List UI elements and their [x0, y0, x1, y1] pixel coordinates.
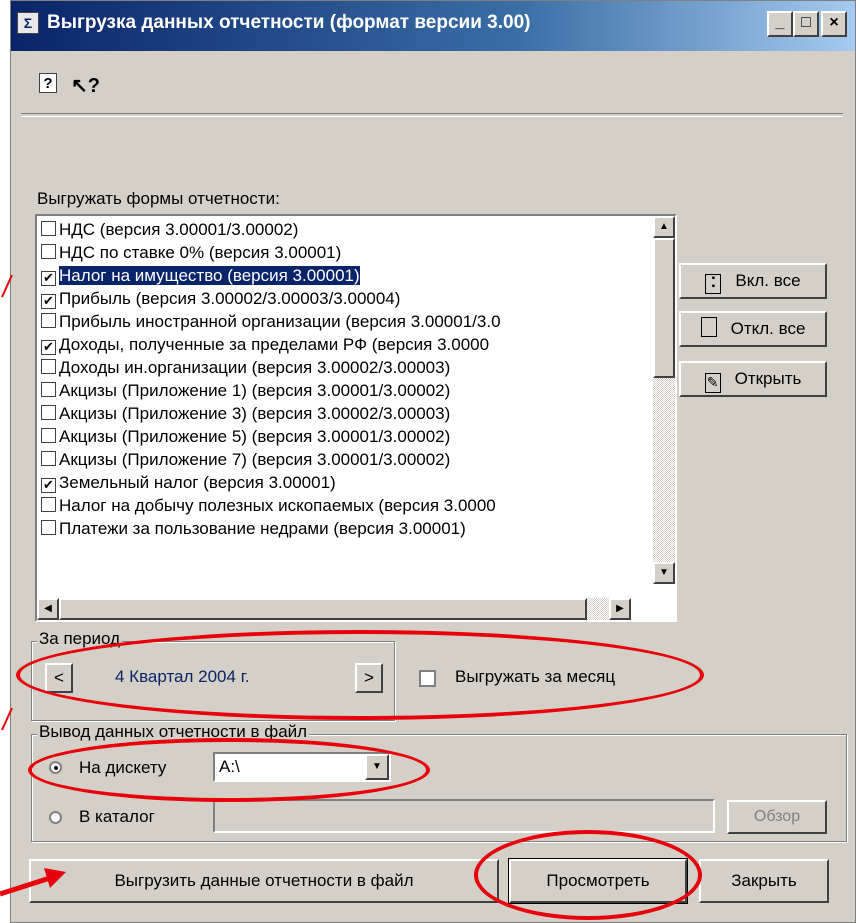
- open-label: Открыть: [734, 369, 802, 388]
- list-item[interactable]: Доходы ин.организации (версия 3.00002/3.…: [41, 356, 627, 379]
- annotation-ellipse-preview: [474, 830, 702, 920]
- annotation-mark-left-2: [1, 708, 13, 731]
- folder-label: В каталог: [79, 807, 155, 826]
- forms-list-label: Выгружать формы отчетности:: [37, 189, 280, 208]
- help-icon[interactable]: ?: [39, 73, 57, 93]
- horizontal-scrollbar[interactable]: ◀ ▶: [37, 598, 631, 620]
- scroll-down-button[interactable]: ▼: [653, 562, 675, 584]
- close-button[interactable]: Закрыть: [699, 859, 829, 903]
- list-item-checkbox[interactable]: [41, 359, 56, 374]
- list-item-checkbox[interactable]: [41, 451, 56, 466]
- forms-listbox[interactable]: НДС (версия 3.00001/3.00002) НДС по ставк…: [35, 214, 677, 622]
- vertical-scrollbar[interactable]: ▲ ▼: [653, 216, 675, 584]
- title-bar[interactable]: Σ Выгрузка данных отчетности (формат вер…: [11, 1, 855, 51]
- list-item[interactable]: НДС (версия 3.00001/3.00002): [41, 218, 627, 241]
- list-item-checkbox[interactable]: [41, 428, 56, 443]
- maximize-button[interactable]: □: [793, 11, 819, 37]
- list-item[interactable]: Акцизы (Приложение 7) (версия 3.00001/3.…: [41, 448, 627, 471]
- scroll-left-button[interactable]: ◀: [37, 598, 59, 620]
- list-item[interactable]: НДС по ставке 0% (версия 3.00001): [41, 241, 627, 264]
- list-item-label: НДС (версия 3.00001/3.00002): [59, 220, 299, 239]
- deselect-all-label: Откл. все: [730, 319, 806, 338]
- list-item-label: Доходы ин.организации (версия 3.00002/3.…: [59, 358, 451, 377]
- browse-button[interactable]: Обзор: [727, 800, 827, 834]
- list-item[interactable]: Акцизы (Приложение 1) (версия 3.00001/3.…: [41, 379, 627, 402]
- annotation-mark-left: [1, 275, 13, 298]
- checklist-on-icon: ▪ ▪: [705, 274, 722, 294]
- list-item[interactable]: ✔ Налог на имущество (версия 3.00001): [41, 264, 627, 287]
- list-item-label: НДС по ставке 0% (версия 3.00001): [59, 243, 342, 262]
- list-item-label: Акцизы (Приложение 7) (версия 3.00001/3.…: [59, 450, 451, 469]
- list-item-checkbox[interactable]: [41, 405, 56, 420]
- annotation-ellipse-period: [16, 630, 704, 720]
- list-item-checkbox[interactable]: ✔: [41, 271, 56, 286]
- list-item[interactable]: Прибыль иностранной организации (версия …: [41, 310, 627, 333]
- app-icon: Σ: [17, 12, 39, 34]
- horizontal-scroll-thumb[interactable]: [59, 598, 587, 620]
- list-item[interactable]: Акцизы (Приложение 3) (версия 3.00002/3.…: [41, 402, 627, 425]
- annotation-ellipse-floppy: [28, 738, 430, 802]
- list-item-label: Налог на добычу полезных ископаемых (вер…: [59, 496, 496, 515]
- select-all-button[interactable]: ▪ ▪ Вкл. все: [679, 263, 827, 299]
- list-item-checkbox[interactable]: ✔: [41, 340, 56, 355]
- scroll-up-button[interactable]: ▲: [653, 216, 675, 238]
- list-item-checkbox[interactable]: ✔: [41, 478, 56, 493]
- list-item-checkbox[interactable]: ✔: [41, 294, 56, 309]
- close-window-button[interactable]: ×: [821, 11, 847, 37]
- folder-radio[interactable]: [49, 811, 62, 824]
- toolbar-separator: [21, 113, 843, 117]
- list-item-label: Налог на имущество (версия 3.00001): [58, 265, 361, 286]
- list-item-checkbox[interactable]: [41, 221, 56, 236]
- list-item-label: Акцизы (Приложение 5) (версия 3.00001/3.…: [59, 427, 451, 446]
- list-item[interactable]: ✔ Доходы, полученные за пределами РФ (вер…: [41, 333, 627, 356]
- vertical-scroll-thumb[interactable]: [653, 238, 675, 378]
- list-item-label: Платежи за пользование недрами (версия 3…: [59, 519, 466, 538]
- checklist-off-icon: [700, 317, 717, 337]
- window-title: Выгрузка данных отчетности (формат верси…: [47, 12, 531, 33]
- edit-icon: ✎: [704, 373, 721, 393]
- list-item[interactable]: ✔ Прибыль (версия 3.00002/3.00003/3.00004…: [41, 287, 627, 310]
- open-button[interactable]: ✎ Открыть: [679, 361, 827, 397]
- list-item-label: Прибыль (версия 3.00002/3.00003/3.00004): [59, 289, 401, 308]
- list-item-checkbox[interactable]: [41, 382, 56, 397]
- list-item-label: Акцизы (Приложение 1) (версия 3.00001/3.…: [59, 381, 451, 400]
- select-all-label: Вкл. все: [735, 271, 801, 290]
- list-item[interactable]: ✔ Земельный налог (версия 3.00001): [41, 471, 627, 494]
- list-item-label: Доходы, полученные за пределами РФ (верс…: [59, 335, 490, 354]
- list-item[interactable]: Платежи за пользование недрами (версия 3…: [41, 517, 627, 540]
- list-item[interactable]: Акцизы (Приложение 5) (версия 3.00001/3.…: [41, 425, 627, 448]
- minimize-button[interactable]: _: [767, 11, 793, 37]
- list-item-label: Акцизы (Приложение 3) (версия 3.00002/3.…: [59, 404, 451, 423]
- scroll-right-button[interactable]: ▶: [609, 598, 631, 620]
- list-item-checkbox[interactable]: [41, 244, 56, 259]
- list-item-checkbox[interactable]: [41, 520, 56, 535]
- list-item-checkbox[interactable]: [41, 313, 56, 328]
- annotation-arrow-export: [0, 868, 66, 897]
- deselect-all-button[interactable]: Откл. все: [679, 311, 827, 347]
- list-item-label: Прибыль иностранной организации (версия …: [59, 312, 501, 331]
- list-item-checkbox[interactable]: [41, 497, 56, 512]
- list-item-label: Земельный налог (версия 3.00001): [59, 473, 336, 492]
- export-button[interactable]: Выгрузить данные отчетности в файл: [29, 859, 499, 903]
- whats-this-icon[interactable]: ↖?: [71, 73, 100, 98]
- list-item[interactable]: Налог на добычу полезных ископаемых (вер…: [41, 494, 627, 517]
- folder-path-input[interactable]: [213, 799, 715, 833]
